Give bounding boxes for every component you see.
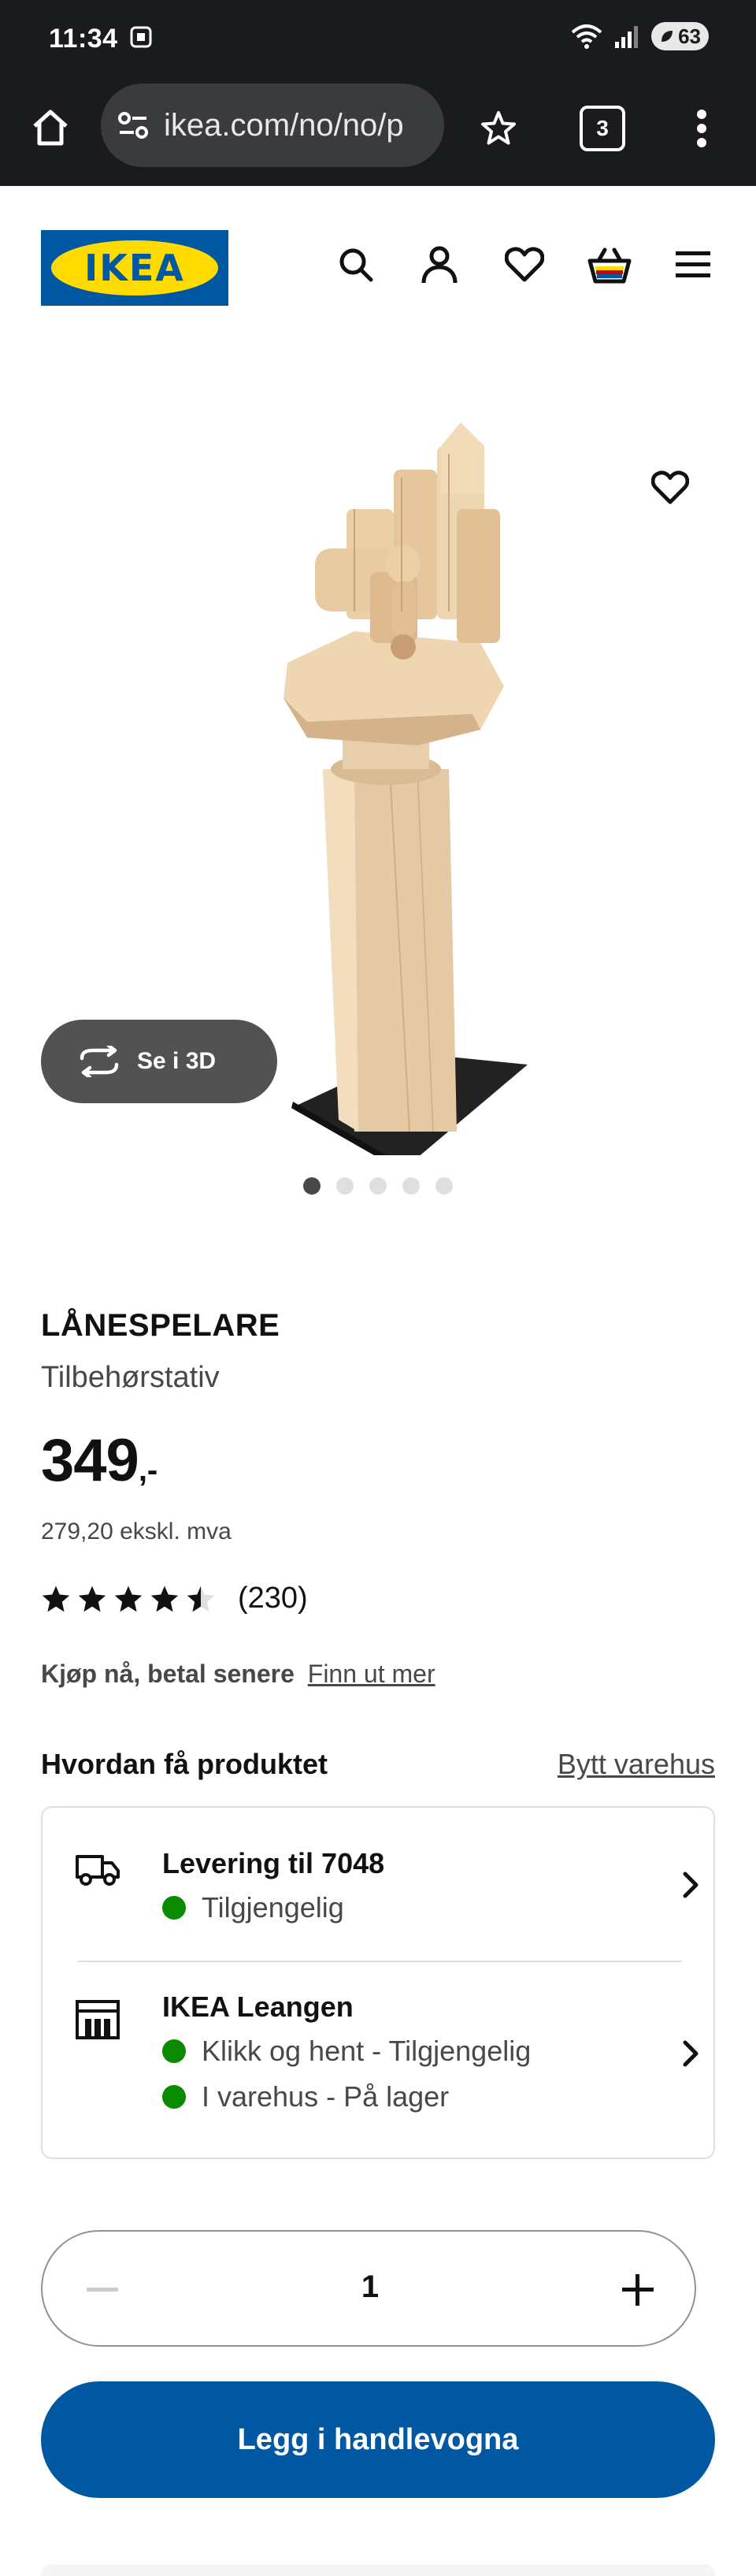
view-in-3d-label: Se i 3D xyxy=(137,1048,217,1074)
product-gallery[interactable]: Se i 3D xyxy=(0,344,756,1195)
next-section-edge xyxy=(41,2564,715,2576)
add-to-favourites-button[interactable] xyxy=(644,462,696,514)
chevron-right-icon xyxy=(683,2040,699,2067)
change-store-link[interactable]: Bytt varehus xyxy=(558,1748,715,1781)
status-dot xyxy=(162,1896,186,1920)
battery-indicator: 63 xyxy=(651,22,709,50)
star-filled-icon xyxy=(78,1585,106,1611)
shopping-bag-icon xyxy=(587,247,632,284)
star-half-icon xyxy=(187,1585,215,1611)
cart-button[interactable] xyxy=(586,241,633,288)
hamburger-menu-icon xyxy=(676,251,710,277)
price-suffix: ,- xyxy=(138,1453,158,1488)
store-title: IKEA Leangen xyxy=(162,1991,354,2023)
availability-header: Hvordan få produktet Bytt varehus xyxy=(41,1748,715,1781)
status-bar: 11:34 63 xyxy=(0,0,756,79)
leaf-icon xyxy=(662,31,673,42)
signal-icon xyxy=(615,26,639,48)
pagination-dot[interactable] xyxy=(402,1177,420,1195)
pagination-dot[interactable] xyxy=(369,1177,387,1195)
bookmark-button[interactable] xyxy=(472,102,524,154)
star-filled-icon xyxy=(150,1585,179,1611)
favourites-button[interactable] xyxy=(501,241,548,288)
truck-icon xyxy=(76,1855,120,1886)
star-outline-icon xyxy=(481,111,516,145)
price-amount: 349 xyxy=(41,1427,139,1494)
pagination-dot[interactable] xyxy=(336,1177,354,1195)
url-text: ikea.com/no/no/p xyxy=(164,107,404,143)
delivery-title: Levering til 7048 xyxy=(162,1847,385,1879)
store-option[interactable]: IKEA Leangen Klikk og hent - Tilgjengeli… xyxy=(43,1962,717,2161)
bnpl-link[interactable]: Finn ut mer xyxy=(308,1660,435,1688)
browser-menu-button[interactable] xyxy=(682,102,721,154)
pagination-dot[interactable] xyxy=(435,1177,453,1195)
rotate-3d-icon xyxy=(80,1046,119,1077)
logo-text: IKEA xyxy=(84,247,185,289)
search-icon xyxy=(339,248,373,282)
buy-now-pay-later: Kjøp nå, betal senere Finn ut mer xyxy=(41,1660,715,1689)
product-name: LÅNESPELARE xyxy=(41,1308,280,1343)
status-icons: 63 xyxy=(571,22,709,50)
availability-card: Levering til 7048 Tilgjengelig IKEA Lean… xyxy=(41,1806,715,2159)
status-dot xyxy=(162,2039,186,2063)
add-to-cart-button[interactable]: Legg i handlevogna xyxy=(41,2381,715,2498)
site-header: IKEA xyxy=(0,186,756,344)
more-vertical-icon xyxy=(697,110,706,147)
search-button[interactable] xyxy=(332,241,380,288)
battery-level: 63 xyxy=(678,24,701,48)
wifi-icon xyxy=(571,24,602,49)
rating[interactable]: (230) xyxy=(41,1582,715,1615)
price: 349 ,- xyxy=(41,1426,715,1495)
star-filled-icon xyxy=(42,1585,70,1611)
site-settings-icon xyxy=(118,112,148,139)
main-menu-button[interactable] xyxy=(669,241,717,288)
price-excl-vat: 279,20 ekskl. mva xyxy=(41,1518,232,1544)
status-time: 11:34 xyxy=(49,24,118,54)
delivery-status: Tilgjengelig xyxy=(162,1891,344,1924)
chevron-right-icon xyxy=(683,1872,699,1898)
product-info: LÅNESPELARE Tilbehørstativ 349 ,- 279,20… xyxy=(41,1308,715,1689)
heart-icon xyxy=(505,247,544,282)
review-count[interactable]: (230) xyxy=(238,1582,308,1615)
home-icon xyxy=(33,110,68,146)
plus-icon xyxy=(622,2274,654,2306)
star-filled-icon xyxy=(114,1585,143,1611)
gallery-pagination xyxy=(0,1177,756,1195)
product-description: Tilbehørstativ xyxy=(41,1361,220,1394)
in-store-status: I varehus - På lager xyxy=(162,2080,449,2113)
browser-toolbar: ikea.com/no/no/p 3 xyxy=(0,79,756,186)
availability-title: Hvordan få produktet xyxy=(41,1748,328,1780)
click-collect-text: Klikk og hent - Tilgjengelig xyxy=(202,2035,532,2067)
delivery-status-text: Tilgjengelig xyxy=(202,1891,344,1924)
click-collect-status: Klikk og hent - Tilgjengelig xyxy=(162,2035,531,2068)
store-icon xyxy=(76,2000,120,2039)
bnpl-text: Kjøp nå, betal senere xyxy=(41,1660,295,1688)
heart-icon xyxy=(651,470,689,504)
user-icon xyxy=(421,246,458,284)
screenshot-icon xyxy=(130,26,152,48)
rating-stars xyxy=(41,1585,216,1613)
account-button[interactable] xyxy=(416,241,463,288)
delivery-option[interactable]: Levering til 7048 Tilgjengelig xyxy=(43,1808,717,1961)
view-in-3d-button[interactable]: Se i 3D xyxy=(41,1020,277,1103)
quantity-stepper: 1 xyxy=(41,2230,696,2347)
increase-quantity-button[interactable] xyxy=(614,2266,662,2314)
address-bar[interactable]: ikea.com/no/no/p xyxy=(101,84,444,167)
ikea-logo[interactable]: IKEA xyxy=(41,230,228,306)
home-button[interactable] xyxy=(25,102,76,153)
quantity-value[interactable]: 1 xyxy=(43,2269,698,2305)
pagination-dot[interactable] xyxy=(303,1177,321,1195)
status-dot xyxy=(162,2085,186,2109)
in-store-text: I varehus - På lager xyxy=(202,2080,450,2113)
logo-oval: IKEA xyxy=(51,240,218,296)
tab-switcher-button[interactable]: 3 xyxy=(580,106,625,151)
